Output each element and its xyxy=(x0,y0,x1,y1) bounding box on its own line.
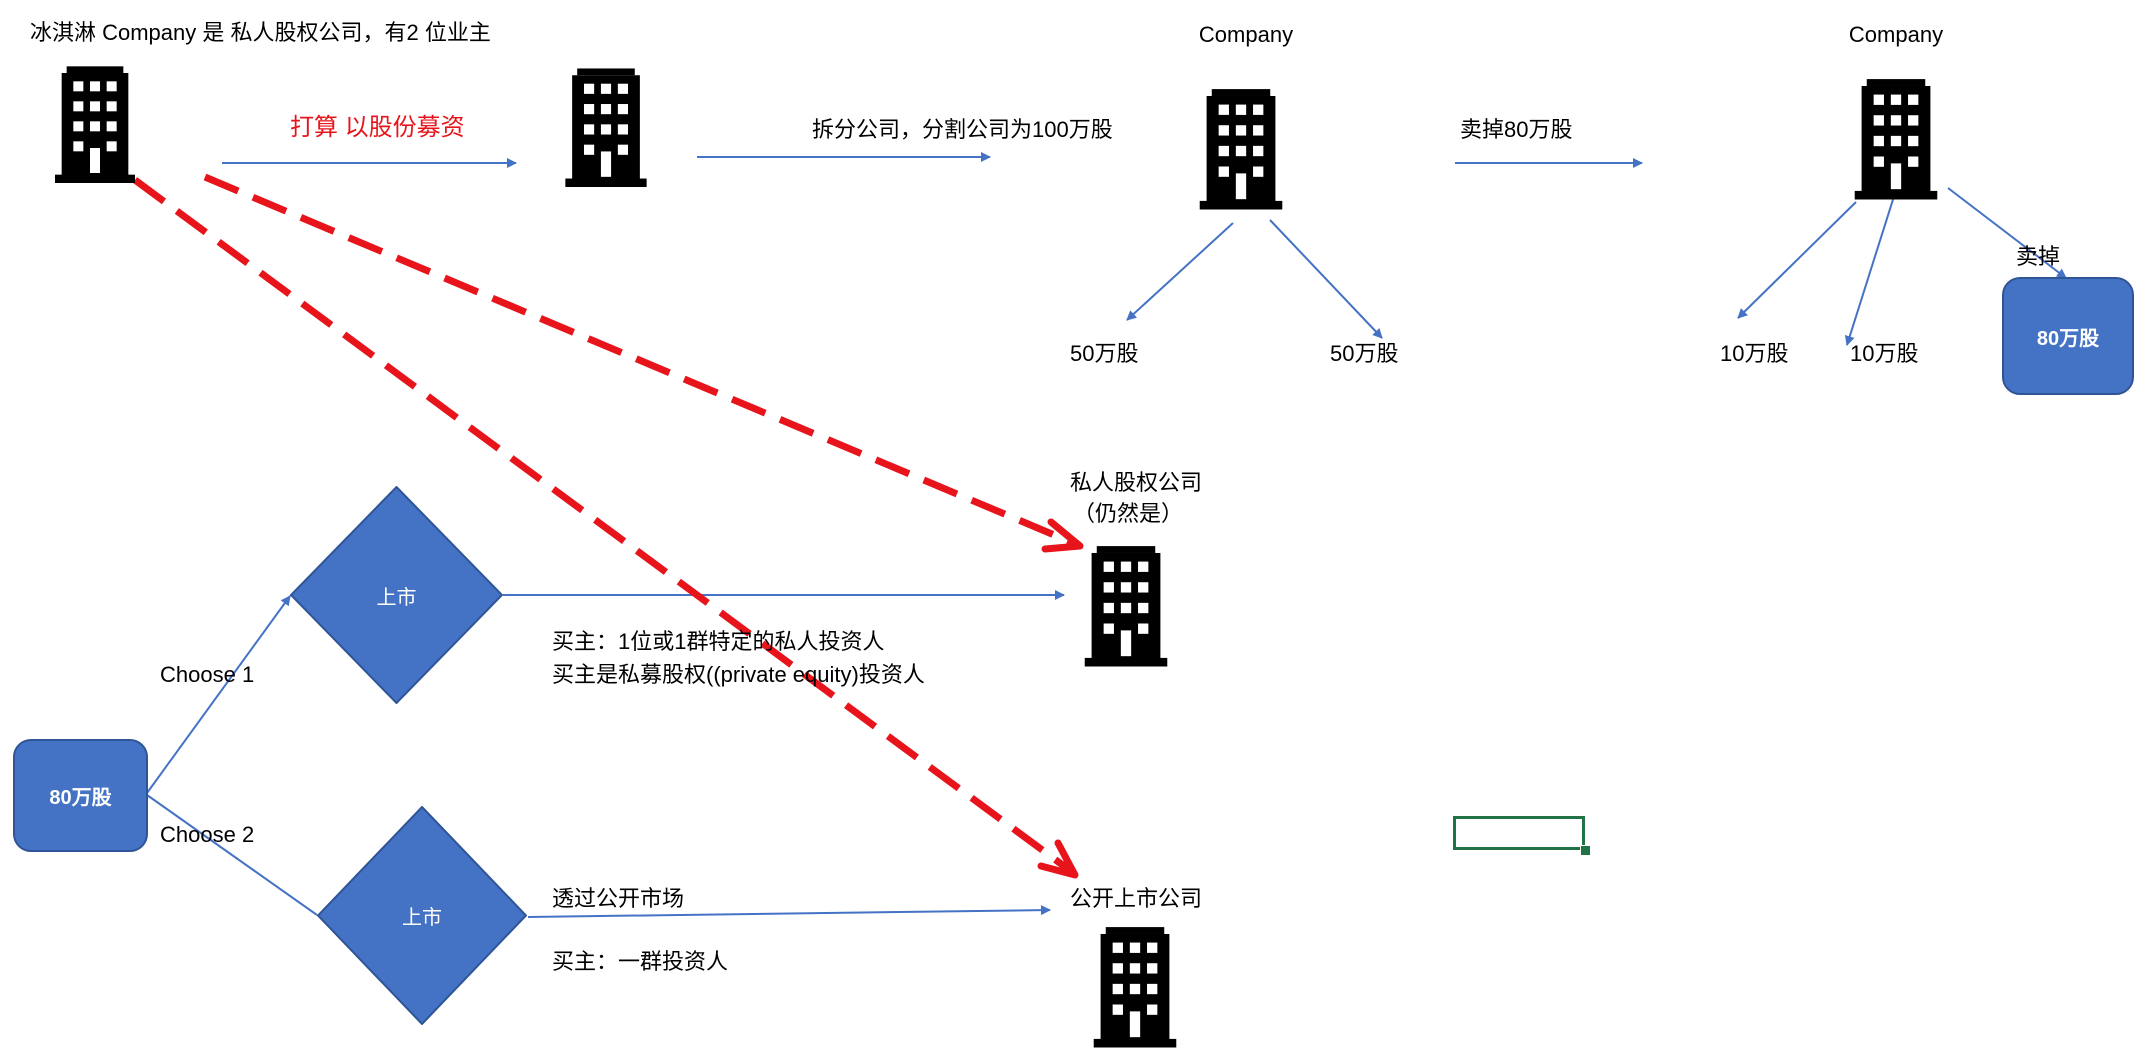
line-choose-2 xyxy=(146,794,318,916)
sell-label: 卖掉80万股 xyxy=(1460,117,1573,142)
building-icon xyxy=(1199,89,1283,210)
ten-shares-label-1: 10万股 xyxy=(1720,341,1789,366)
building-icon xyxy=(1854,79,1938,200)
arrow-choose-1 xyxy=(146,595,291,794)
arrow-half-1 xyxy=(1126,222,1234,321)
choose-1-label: Choose 1 xyxy=(160,662,255,687)
public-market-label: 透过公开市场 xyxy=(552,886,685,911)
sold-block-box[interactable]: 80万股 xyxy=(2002,277,2134,395)
private-company-label: 私人股权公司 xyxy=(1070,470,1203,495)
fill-handle[interactable] xyxy=(1580,845,1591,856)
ten-shares-label-2: 10万股 xyxy=(1850,341,1919,366)
arrow-ten-2 xyxy=(1844,189,1897,346)
building-icon xyxy=(1084,546,1168,667)
split-label: 拆分公司，分割公司为100万股 xyxy=(812,117,1113,142)
building-icon xyxy=(1093,927,1177,1048)
listing-label-2: 上市 xyxy=(402,907,442,929)
listing-label-1: 上市 xyxy=(376,586,417,609)
public-company-label: 公开上市公司 xyxy=(1070,886,1203,911)
building-icon xyxy=(565,68,647,187)
listing-diamond-2[interactable]: 上市 xyxy=(317,806,527,1025)
selected-cell[interactable] xyxy=(1453,816,1585,850)
company-label-1: Company xyxy=(1198,22,1294,47)
buyer-private-label-1: 买主：1位或1群特定的私人投资人 xyxy=(552,629,885,654)
arrow-half-2 xyxy=(1269,219,1383,339)
shares-box[interactable]: 80万股 xyxy=(13,739,148,852)
company-label-2: Company xyxy=(1848,22,1944,47)
sell-off-label: 卖掉 xyxy=(2016,244,2061,269)
still-private-label: （仍然是） xyxy=(1073,501,1184,526)
buyer-private-label-2: 买主是私募股权((private equity)投资人 xyxy=(552,662,925,687)
half-shares-label-2: 50万股 xyxy=(1330,341,1399,366)
building-icon xyxy=(55,66,135,183)
title-label: 冰淇淋 Company 是 私人股权公司，有2 位业主 xyxy=(30,20,491,45)
dashed-arrow-to-public xyxy=(132,177,1075,875)
half-shares-label-1: 50万股 xyxy=(1070,341,1139,366)
choose-2-label: Choose 2 xyxy=(160,822,255,847)
listing-diamond-1[interactable]: 上市 xyxy=(290,486,503,704)
raise-capital-label: 打算 以股份募资 xyxy=(290,114,465,141)
arrow-ten-1 xyxy=(1737,201,1857,319)
buyer-public-label: 买主：一群投资人 xyxy=(552,949,729,974)
